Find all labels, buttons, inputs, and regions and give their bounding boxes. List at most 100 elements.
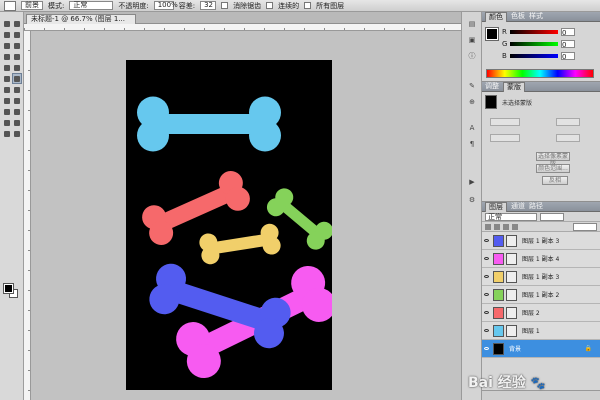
feather-field[interactable] bbox=[490, 134, 520, 142]
layer-row[interactable]: 图层 1 副本 2 bbox=[482, 286, 600, 304]
pen-tool-icon[interactable] bbox=[2, 95, 12, 106]
lasso-tool-icon[interactable] bbox=[2, 29, 12, 40]
density-field[interactable] bbox=[490, 118, 520, 126]
tab-styles[interactable]: 样式 bbox=[529, 12, 543, 21]
tolerance-input[interactable]: 32 bbox=[200, 1, 217, 10]
character-panel-icon[interactable]: A bbox=[466, 122, 478, 133]
visibility-eye-icon[interactable] bbox=[482, 311, 491, 314]
density-value[interactable] bbox=[556, 118, 580, 126]
navigator-panel-icon[interactable]: ▣ bbox=[466, 34, 478, 45]
red-slider[interactable] bbox=[510, 30, 558, 34]
contiguous-checkbox[interactable] bbox=[266, 2, 274, 9]
visibility-eye-icon[interactable] bbox=[482, 275, 491, 278]
3d-rotate-tool-icon[interactable] bbox=[2, 117, 12, 128]
tab-layers[interactable]: 图层 bbox=[485, 201, 507, 212]
blue-value-input[interactable]: 0 bbox=[561, 52, 575, 61]
layer-mask-thumbnail[interactable] bbox=[506, 288, 517, 301]
shape-tool-icon[interactable] bbox=[12, 106, 22, 117]
crop-tool-icon[interactable] bbox=[2, 40, 12, 51]
layer-mask-thumbnail[interactable] bbox=[506, 252, 517, 265]
3d-orbit-tool-icon[interactable] bbox=[12, 117, 22, 128]
marquee-tool-icon[interactable] bbox=[12, 18, 22, 29]
invert-button[interactable]: 反相 bbox=[542, 176, 568, 185]
opacity-input[interactable]: 100% bbox=[153, 1, 178, 10]
layer-thumbnail bbox=[493, 234, 504, 247]
fill-source-select[interactable]: 前景 bbox=[21, 1, 43, 10]
visibility-eye-icon[interactable] bbox=[482, 293, 491, 296]
lock-all-icon[interactable] bbox=[512, 223, 518, 230]
layer-row[interactable]: 图层 1 副本 3 bbox=[482, 268, 600, 286]
eraser-tool-icon[interactable] bbox=[2, 73, 12, 84]
lock-position-icon[interactable] bbox=[503, 223, 509, 230]
layer-mask-thumbnail[interactable] bbox=[506, 270, 517, 283]
brush-tool-icon[interactable] bbox=[12, 51, 22, 62]
visibility-eye-icon[interactable] bbox=[482, 347, 491, 350]
history-panel-icon[interactable]: ▤ bbox=[466, 18, 478, 29]
dodge-tool-icon[interactable] bbox=[12, 84, 22, 95]
green-value-input[interactable]: 0 bbox=[561, 40, 575, 49]
layer-row[interactable]: 图层 1 副本 3 bbox=[482, 232, 600, 250]
layer-mask-thumbnail[interactable] bbox=[506, 306, 517, 319]
green-channel-label: G bbox=[502, 40, 508, 48]
lock-transparency-icon[interactable] bbox=[485, 223, 491, 230]
info-panel-icon[interactable]: ⓘ bbox=[466, 50, 478, 61]
mask-edge-button[interactable]: 选择像素蒙版 bbox=[536, 152, 570, 167]
paragraph-panel-icon[interactable]: ¶ bbox=[466, 138, 478, 149]
healing-brush-tool-icon[interactable] bbox=[2, 51, 12, 62]
clone-source-panel-icon[interactable]: ⊕ bbox=[466, 96, 478, 107]
canvas-area[interactable] bbox=[31, 31, 478, 400]
hand-tool-icon[interactable] bbox=[2, 128, 12, 139]
tool-preset-picker[interactable] bbox=[4, 0, 16, 11]
layer-row[interactable]: 图层 1 bbox=[482, 322, 600, 340]
zoom-tool-icon[interactable] bbox=[12, 128, 22, 139]
quick-select-tool-icon[interactable] bbox=[12, 29, 22, 40]
actions-panel-icon[interactable]: ▶ bbox=[466, 176, 478, 187]
all-layers-checkbox[interactable] bbox=[304, 2, 312, 9]
green-slider[interactable] bbox=[510, 42, 558, 46]
paint-bucket-tool-icon[interactable] bbox=[12, 73, 22, 84]
layer-mask-thumbnail[interactable] bbox=[506, 234, 517, 247]
panel-dock: 颜色 色板 样式 R 0 G 0 B 0 调整 蒙版 未选择蒙版 选择像素蒙 颜… bbox=[482, 11, 600, 400]
tab-channels[interactable]: 通道 bbox=[511, 202, 525, 211]
eyedropper-tool-icon[interactable] bbox=[12, 40, 22, 51]
layer-opacity-input[interactable] bbox=[540, 212, 564, 221]
type-tool-icon[interactable] bbox=[12, 95, 22, 106]
tab-color[interactable]: 颜色 bbox=[485, 11, 507, 22]
feather-value[interactable] bbox=[556, 134, 580, 142]
fill-input[interactable] bbox=[573, 222, 597, 231]
layer-row[interactable]: 图层 2 bbox=[482, 304, 600, 322]
document-canvas[interactable] bbox=[126, 60, 332, 390]
visibility-eye-icon[interactable] bbox=[482, 257, 491, 260]
foreground-color-swatch[interactable] bbox=[3, 283, 14, 294]
layer-row[interactable]: 背景 🔒 bbox=[482, 340, 600, 358]
brushes-panel-icon[interactable]: ✎ bbox=[466, 80, 478, 91]
path-select-tool-icon[interactable] bbox=[2, 106, 12, 117]
visibility-eye-icon[interactable] bbox=[482, 239, 491, 242]
blue-slider[interactable] bbox=[510, 54, 558, 58]
tab-adjustments[interactable]: 调整 bbox=[485, 82, 499, 91]
mode-select[interactable]: 正常 bbox=[69, 1, 114, 10]
tab-paths[interactable]: 路径 bbox=[529, 202, 543, 211]
color-panel-foreground-swatch[interactable] bbox=[485, 27, 499, 41]
history-brush-tool-icon[interactable] bbox=[12, 62, 22, 73]
color-range-button[interactable]: 颜色范围... bbox=[536, 164, 570, 173]
masks-panel: 调整 蒙版 未选择蒙版 选择像素蒙版 颜色范围... 反相 bbox=[482, 81, 600, 202]
color-spectrum-bar[interactable] bbox=[486, 69, 594, 78]
blend-mode-select[interactable]: 正常 bbox=[485, 212, 537, 221]
options-bar: 前景 模式: 正常 不透明度: 100% 容差: 32 消除锯齿 连续的 所有图… bbox=[0, 0, 600, 12]
tool-presets-panel-icon[interactable]: ⚙ bbox=[466, 194, 478, 205]
layer-row[interactable]: 图层 1 副本 4 bbox=[482, 250, 600, 268]
move-tool-icon[interactable] bbox=[2, 18, 12, 29]
visibility-eye-icon[interactable] bbox=[482, 329, 491, 332]
lock-pixels-icon[interactable] bbox=[494, 223, 500, 230]
layer-name: 图层 1 副本 3 bbox=[522, 274, 560, 281]
red-value-input[interactable]: 0 bbox=[561, 28, 575, 37]
layer-mask-thumbnail[interactable] bbox=[506, 324, 517, 337]
clone-stamp-tool-icon[interactable] bbox=[2, 62, 12, 73]
layer-name: 图层 1 副本 4 bbox=[522, 256, 560, 263]
document-tab[interactable]: 未标题-1 @ 66.7% (图层 1... bbox=[26, 14, 136, 24]
antialias-checkbox[interactable] bbox=[221, 2, 229, 9]
blur-tool-icon[interactable] bbox=[2, 84, 12, 95]
tab-masks[interactable]: 蒙版 bbox=[503, 81, 525, 92]
tab-swatches[interactable]: 色板 bbox=[511, 12, 525, 21]
